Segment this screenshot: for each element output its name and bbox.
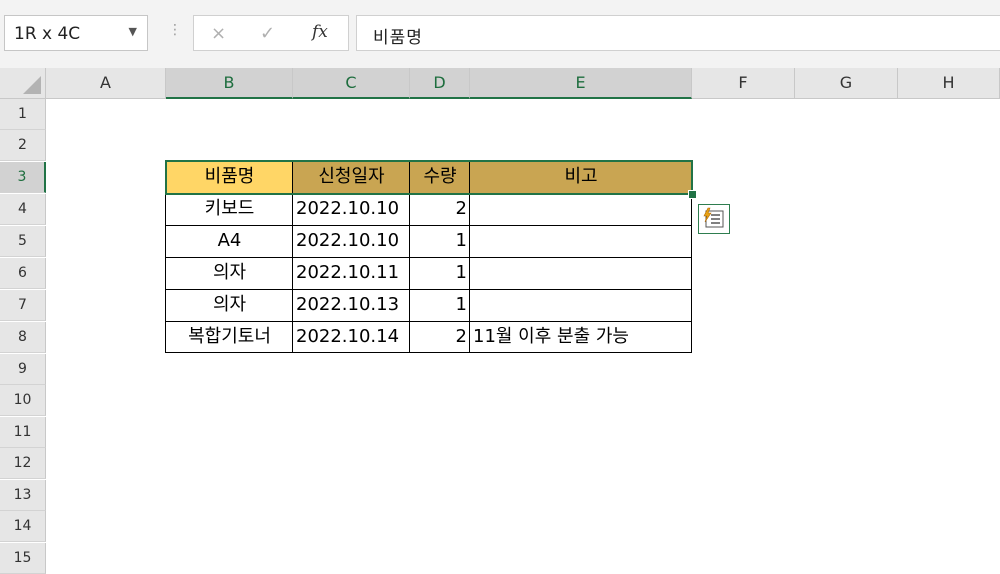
column-header-c[interactable]: C <box>293 68 410 99</box>
table-gridline <box>165 225 692 226</box>
row-header-6[interactable]: 6 <box>0 258 46 289</box>
table-gridline <box>165 321 692 322</box>
quick-analysis-icon <box>703 207 724 228</box>
select-all-button[interactable] <box>0 68 46 99</box>
table-cell-request-date[interactable]: 2022.10.11 <box>293 258 410 290</box>
quick-analysis-button[interactable] <box>698 204 730 234</box>
table-gridline <box>165 257 692 258</box>
table-cell-quantity[interactable]: 1 <box>410 258 470 290</box>
table-header-quantity[interactable]: 수량 <box>410 162 470 193</box>
table-cell-note[interactable] <box>470 290 692 322</box>
table-cell-item-name[interactable]: 키보드 <box>166 194 293 226</box>
row-header-8[interactable]: 8 <box>0 322 46 353</box>
row-header-10[interactable]: 10 <box>0 385 46 416</box>
row-header-7[interactable]: 7 <box>0 290 46 321</box>
fill-handle[interactable] <box>688 190 697 199</box>
table-cell-item-name[interactable]: 의자 <box>166 258 293 290</box>
table-gridline <box>165 193 692 194</box>
column-header-d[interactable]: D <box>410 68 470 99</box>
table-cell-quantity[interactable]: 2 <box>410 194 470 226</box>
table-cell-quantity[interactable]: 1 <box>410 290 470 322</box>
table-cell-note[interactable] <box>470 226 692 258</box>
formula-tools: × ✓ fx <box>193 15 349 51</box>
row-header-3[interactable]: 3 <box>0 162 46 193</box>
row-header-2[interactable]: 2 <box>0 130 46 161</box>
column-header-f[interactable]: F <box>692 68 795 99</box>
row-header-15[interactable]: 15 <box>0 543 46 574</box>
row-header-4[interactable]: 4 <box>0 194 46 225</box>
row-header-9[interactable]: 9 <box>0 354 46 385</box>
column-header-g[interactable]: G <box>795 68 898 99</box>
row-header-1[interactable]: 1 <box>0 99 46 130</box>
column-header-a[interactable]: A <box>46 68 166 99</box>
row-header-14[interactable]: 14 <box>0 511 46 542</box>
table-cell-request-date[interactable]: 2022.10.13 <box>293 290 410 322</box>
table-cell-item-name[interactable]: 복합기토너 <box>166 322 293 353</box>
table-cell-request-date[interactable]: 2022.10.10 <box>293 226 410 258</box>
table-cell-note[interactable] <box>470 194 692 226</box>
table-cell-note[interactable] <box>470 258 692 290</box>
row-header-12[interactable]: 12 <box>0 448 46 479</box>
insert-function-icon[interactable]: fx <box>312 22 328 42</box>
table-cell-quantity[interactable]: 1 <box>410 226 470 258</box>
chevron-down-icon[interactable]: ▼ <box>129 25 137 38</box>
table-header-request-date[interactable]: 신청일자 <box>293 162 410 193</box>
table-gridline <box>165 289 692 290</box>
table-cell-item-name[interactable]: 의자 <box>166 290 293 322</box>
table-cell-request-date[interactable]: 2022.10.10 <box>293 194 410 226</box>
cancel-icon[interactable]: × <box>211 23 226 44</box>
table-cell-item-name[interactable]: A4 <box>166 226 293 258</box>
row-header-11[interactable]: 11 <box>0 417 46 448</box>
name-box[interactable]: 1R x 4C ▼ <box>4 15 148 51</box>
formula-value: 비품명 <box>373 28 423 48</box>
formula-bar-grip-icon[interactable]: ⋮ <box>168 22 182 38</box>
name-box-value: 1R x 4C <box>14 24 81 44</box>
row-header-13[interactable]: 13 <box>0 480 46 511</box>
table-cell-request-date[interactable]: 2022.10.14 <box>293 322 410 353</box>
table-header-note[interactable]: 비고 <box>470 162 692 193</box>
table-header-item-name[interactable]: 비품명 <box>166 162 293 193</box>
formula-input[interactable]: 비품명 <box>356 15 1000 51</box>
select-all-triangle-icon <box>23 76 41 94</box>
column-header-b[interactable]: B <box>166 68 293 99</box>
column-header-h[interactable]: H <box>898 68 1000 99</box>
formula-bar: 1R x 4C ▼ ⋮ × ✓ fx 비품명 <box>0 0 1000 69</box>
table-cell-quantity[interactable]: 2 <box>410 322 470 353</box>
table-cell-note[interactable]: 11월 이후 분출 가능 <box>470 322 692 353</box>
confirm-icon[interactable]: ✓ <box>260 23 275 44</box>
row-header-5[interactable]: 5 <box>0 226 46 257</box>
column-header-e[interactable]: E <box>470 68 692 99</box>
